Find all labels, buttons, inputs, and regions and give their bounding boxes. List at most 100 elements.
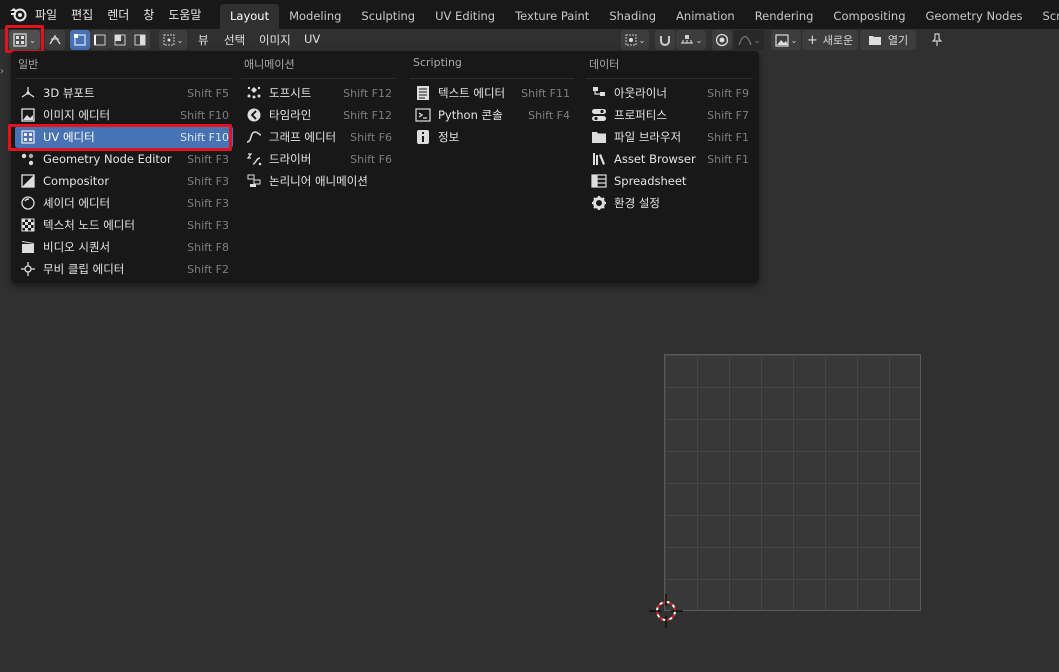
- menu-item-editor[interactable]: 정보: [410, 126, 574, 148]
- texture-nodes-icon: [20, 217, 36, 233]
- menu-item-label: 도프시트: [269, 86, 312, 100]
- top-menu-item[interactable]: 도움말: [168, 6, 201, 23]
- sticky-select-dropdown[interactable]: ⌄: [159, 30, 187, 50]
- menu-item-editor[interactable]: 프로퍼티스 Shift F7: [586, 104, 753, 126]
- menu-item-editor[interactable]: Python 콘솔 Shift F4: [410, 104, 574, 126]
- menu-view[interactable]: 뷰: [198, 32, 209, 48]
- menu-uv[interactable]: UV: [304, 32, 320, 46]
- menu-item-editor[interactable]: 파일 브라우저 Shift F1: [586, 126, 753, 148]
- new-image-button[interactable]: + 새로운: [802, 30, 858, 50]
- open-image-button[interactable]: 열기: [860, 30, 916, 50]
- menu-item-label: 아웃라이너: [614, 86, 667, 100]
- menu-item-editor[interactable]: Asset Browser Shift F1: [586, 148, 753, 170]
- pivot-dropdown[interactable]: ⌄: [621, 30, 649, 50]
- tab-workspace[interactable]: Texture Paint: [505, 4, 599, 29]
- top-bar: 파일 편집 렌더 창 도움말 Layout Modeling Sculpting UV Edi…: [0, 0, 1059, 29]
- tab-workspace[interactable]: Scripting: [1033, 4, 1059, 29]
- menu-item-label: 텍스트 에디터: [438, 86, 506, 100]
- menu-item-shortcut: Shift F9: [707, 86, 749, 100]
- menu-item-editor[interactable]: 타임라인 Shift F12: [241, 104, 396, 126]
- falloff-dropdown[interactable]: ⌄: [734, 30, 764, 50]
- menu-image[interactable]: 이미지: [259, 32, 291, 48]
- pin-button[interactable]: [927, 30, 947, 50]
- snap-increment-icon: [680, 35, 693, 44]
- menu-item-editor[interactable]: 이미지 에디터 Shift F10: [15, 104, 233, 126]
- top-menu-item[interactable]: 창: [143, 6, 154, 23]
- menu-item-editor[interactable]: 텍스처 노드 에디터 Shift F3: [15, 214, 233, 236]
- menu-select[interactable]: 선택: [224, 32, 245, 48]
- new-image-label: 새로운: [822, 34, 854, 47]
- face-select-button[interactable]: [110, 30, 130, 50]
- menu-item-editor[interactable]: Spreadsheet: [586, 170, 753, 192]
- asset-browser-icon: [591, 151, 607, 167]
- edge-select-button[interactable]: [90, 30, 110, 50]
- menu-item-editor[interactable]: 드라이버 Shift F6: [241, 148, 396, 170]
- 2d-cursor-icon[interactable]: [649, 594, 683, 628]
- uv-grid[interactable]: [664, 354, 921, 611]
- tab-workspace[interactable]: Shading: [599, 4, 666, 29]
- island-select-button[interactable]: [130, 30, 150, 50]
- menu-item-shortcut: Shift F2: [187, 262, 229, 276]
- tab-workspace[interactable]: Rendering: [745, 4, 824, 29]
- plus-icon: +: [806, 32, 818, 48]
- tab-workspace[interactable]: Animation: [666, 4, 745, 29]
- menu-item-shortcut: Shift F12: [343, 108, 392, 122]
- chevron-down-icon: ⌄: [790, 35, 798, 45]
- file-browser-icon: [591, 129, 607, 145]
- snap-target-dropdown[interactable]: ⌄: [676, 30, 706, 50]
- 3d-viewport-icon: [20, 85, 36, 101]
- menu-item-shortcut: Shift F6: [350, 152, 392, 166]
- menu-item-editor[interactable]: 3D 뷰포트 Shift F5: [15, 82, 233, 104]
- top-menu-item[interactable]: 렌더: [107, 6, 129, 23]
- top-menu-item[interactable]: 파일: [35, 6, 57, 23]
- menu-item-editor[interactable]: 도프시트 Shift F12: [241, 82, 396, 104]
- menu-item-label: Python 콘솔: [438, 108, 503, 122]
- image-icon: [775, 33, 789, 47]
- menu-item-label: 셰이더 에디터: [43, 196, 111, 210]
- vertex-select-button[interactable]: [70, 30, 90, 50]
- text-editor-icon: [415, 85, 431, 101]
- uv-sync-button[interactable]: [45, 30, 65, 50]
- menu-column-heading: 애니메이션: [244, 58, 295, 71]
- menu-column-heading: Scripting: [413, 56, 462, 69]
- menu-item-editor[interactable]: 무비 클립 에디터 Shift F2: [15, 258, 233, 280]
- menu-item-shortcut: Shift F3: [187, 152, 229, 166]
- image-browse-dropdown[interactable]: ⌄: [771, 30, 801, 50]
- magnet-icon: [660, 36, 670, 46]
- tab-workspace[interactable]: Layout: [220, 4, 280, 29]
- menu-item-label: Asset Browser: [614, 152, 696, 166]
- sidebar-toggle-icon[interactable]: ›: [0, 66, 4, 77]
- menu-item-editor[interactable]: 텍스트 에디터 Shift F11: [410, 82, 574, 104]
- nla-icon: [246, 173, 262, 189]
- menu-item-editor[interactable]: 셰이더 에디터 Shift F3: [15, 192, 233, 214]
- top-menu-item[interactable]: 편집: [71, 6, 93, 23]
- info-icon: [415, 129, 431, 145]
- menu-item-shortcut: Shift F6: [350, 130, 392, 144]
- tab-workspace[interactable]: Modeling: [279, 4, 351, 29]
- menu-column-divider: [410, 78, 574, 79]
- snap-toggle[interactable]: [655, 30, 675, 50]
- menu-item-label: 타임라인: [269, 108, 312, 122]
- menu-column-heading: 데이터: [589, 58, 620, 71]
- menu-column-heading: 일반: [18, 58, 39, 71]
- preferences-icon: [591, 195, 607, 211]
- menu-item-shortcut: Shift F12: [343, 86, 392, 100]
- tab-workspace[interactable]: UV Editing: [425, 4, 505, 29]
- tab-workspace[interactable]: Geometry Nodes: [916, 4, 1033, 29]
- menu-item-editor[interactable]: 논리니어 애니메이션: [241, 170, 396, 192]
- proportional-edit-icon: [715, 33, 729, 47]
- menu-item-editor[interactable]: Compositor Shift F3: [15, 170, 233, 192]
- menu-item-editor[interactable]: 그래프 에디터 Shift F6: [241, 126, 396, 148]
- tab-workspace[interactable]: Sculpting: [351, 4, 425, 29]
- tab-workspace[interactable]: Compositing: [823, 4, 915, 29]
- menu-item-editor[interactable]: 비디오 시퀀서 Shift F8: [15, 236, 233, 258]
- blender-logo-icon[interactable]: [9, 5, 27, 23]
- spreadsheet-icon: [591, 173, 607, 189]
- menu-item-editor[interactable]: 아웃라이너 Shift F9: [586, 82, 753, 104]
- menu-item-editor[interactable]: Geometry Node Editor Shift F3: [15, 148, 233, 170]
- menu-item-editor[interactable]: 환경 설정: [586, 192, 753, 214]
- proportional-edit-toggle[interactable]: [712, 30, 732, 50]
- open-image-label: 열기: [887, 34, 909, 47]
- menu-item-shortcut: Shift F11: [521, 86, 570, 100]
- menu-item-label: 정보: [438, 130, 460, 144]
